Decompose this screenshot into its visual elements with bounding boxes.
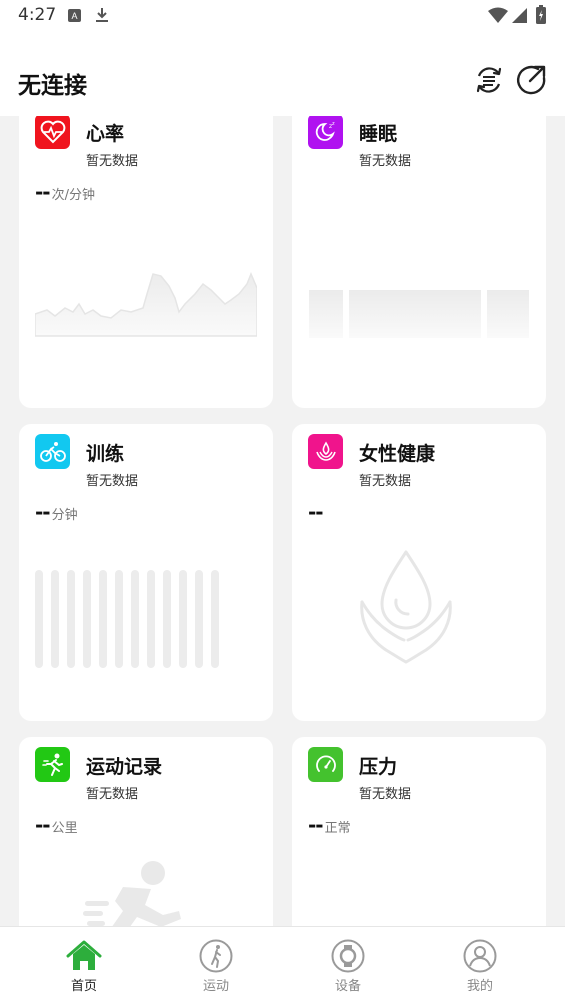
- stress-gauge-icon: [308, 747, 343, 782]
- stress-value-row: -- 正常: [308, 813, 351, 837]
- womens-health-subtitle: 暂无数据: [359, 474, 412, 489]
- signal-icon: [512, 8, 527, 23]
- training-subtitle: 暂无数据: [86, 474, 139, 489]
- battery-icon: [536, 5, 546, 24]
- sleep-title: 睡眠: [359, 123, 398, 145]
- wifi-icon: [488, 7, 508, 23]
- heart-rate-placeholder-graphic: [35, 272, 257, 337]
- womens-health-value-row: --: [308, 500, 324, 524]
- sort-cards-icon[interactable]: [473, 64, 505, 96]
- running-icon: [35, 747, 70, 782]
- exercise-record-value: --: [35, 813, 51, 837]
- top-app-bar: 无连接: [0, 36, 565, 116]
- heart-rate-value-row: -- 次/分钟: [35, 180, 95, 204]
- runner-placeholder-graphic: [83, 861, 181, 926]
- dashboard-grid: 心率 暂无数据 -- 次/分钟 z z 睡眠 暂无数据 训练 暂无数据 -- 分…: [0, 116, 565, 926]
- status-bar: 4:27 A: [0, 0, 565, 36]
- tab-device-label: 设备: [334, 979, 361, 994]
- download-status-icon: [96, 8, 108, 22]
- womens-health-title: 女性健康: [359, 443, 436, 465]
- heart-rate-icon: [35, 116, 70, 149]
- tab-sport-label: 运动: [202, 979, 229, 994]
- page-title: 无连接: [18, 73, 87, 99]
- home-icon: [66, 940, 102, 970]
- stress-card[interactable]: 压力 暂无数据 -- 正常: [292, 737, 546, 926]
- heart-rate-value: --: [35, 180, 51, 204]
- tab-home[interactable]: 首页: [44, 939, 124, 994]
- heart-rate-title: 心率: [86, 123, 125, 145]
- tab-sport[interactable]: 运动: [176, 939, 256, 994]
- sleep-moon-icon: z z: [308, 116, 343, 149]
- training-value: --: [35, 500, 51, 524]
- svg-text:z: z: [332, 121, 335, 127]
- bottom-navigation: 首页 运动 设备 我的: [0, 926, 565, 1005]
- exercise-record-title: 运动记录: [86, 756, 163, 778]
- sleep-placeholder-graphic: [309, 290, 529, 338]
- heart-rate-unit: 次/分钟: [51, 188, 95, 203]
- exercise-record-unit: 公里: [51, 821, 78, 836]
- training-unit: 分钟: [51, 508, 78, 523]
- tab-mine[interactable]: 我的: [440, 939, 520, 994]
- stress-subtitle: 暂无数据: [359, 787, 412, 802]
- runner-icon: [199, 939, 233, 973]
- drop-in-hands-placeholder-icon: [360, 550, 452, 664]
- stress-unit: 正常: [324, 821, 351, 836]
- tab-home-label: 首页: [70, 979, 97, 994]
- heart-rate-subtitle: 暂无数据: [86, 154, 139, 169]
- training-value-row: -- 分钟: [35, 500, 78, 524]
- tab-mine-label: 我的: [466, 979, 493, 994]
- exercise-record-value-row: -- 公里: [35, 813, 78, 837]
- svg-text:A: A: [71, 11, 77, 21]
- training-title: 训练: [86, 443, 125, 465]
- watch-icon: [331, 939, 365, 973]
- stress-value: --: [308, 813, 324, 837]
- status-time: 4:27: [18, 5, 57, 25]
- training-card[interactable]: 训练 暂无数据 -- 分钟: [19, 424, 273, 721]
- keyboard-status-icon: A: [68, 9, 81, 22]
- heart-rate-card[interactable]: 心率 暂无数据 -- 次/分钟: [19, 116, 273, 408]
- exercise-record-subtitle: 暂无数据: [86, 787, 139, 802]
- exercise-record-card[interactable]: 运动记录 暂无数据 -- 公里: [19, 737, 273, 926]
- lotus-icon: [308, 434, 343, 469]
- person-icon: [463, 939, 497, 973]
- sleep-subtitle: 暂无数据: [359, 154, 412, 169]
- share-icon[interactable]: [515, 64, 547, 96]
- training-placeholder-graphic: [35, 570, 219, 668]
- stress-title: 压力: [359, 756, 398, 778]
- womens-health-card[interactable]: 女性健康 暂无数据 --: [292, 424, 546, 721]
- sleep-card[interactable]: z z 睡眠 暂无数据: [292, 116, 546, 408]
- tab-device[interactable]: 设备: [308, 939, 388, 994]
- cycling-icon: [35, 434, 70, 469]
- womens-health-value: --: [308, 500, 324, 524]
